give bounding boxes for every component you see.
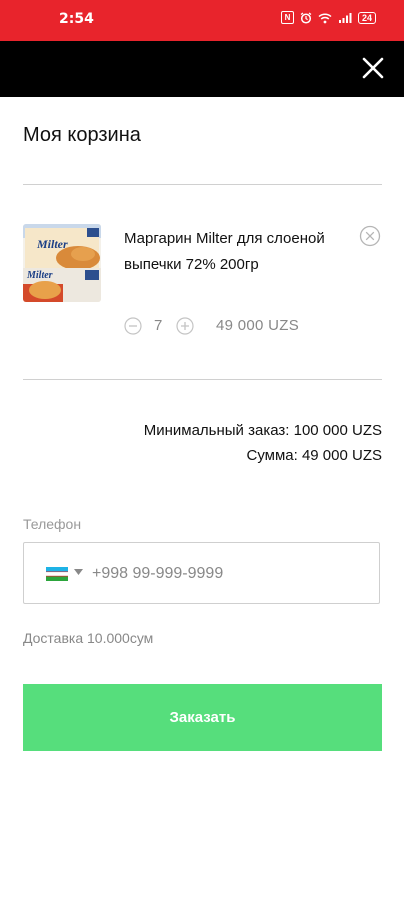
order-summary: Минимальный заказ: 100 000 UZS Сумма: 49…: [144, 418, 382, 468]
top-bar: [0, 41, 404, 97]
quantity-value: 7: [154, 317, 163, 334]
divider: [23, 379, 382, 380]
status-bar: 2:54 N 24: [0, 0, 404, 41]
signal-icon: [338, 12, 352, 23]
alarm-icon: [300, 11, 312, 24]
status-icons: N 24: [280, 11, 376, 24]
remove-item-button[interactable]: [359, 225, 381, 247]
order-button[interactable]: Заказать: [23, 684, 382, 751]
delivery-text: Доставка 10.000сум: [23, 630, 154, 646]
item-name[interactable]: Маргарин Milter для слоеной выпечки 72% …: [124, 226, 334, 278]
nfc-icon: N: [280, 11, 294, 24]
cart-title: Моя корзина: [23, 124, 141, 146]
close-circle-icon: [359, 225, 381, 247]
product-image-logo-text: Milter: [36, 237, 68, 251]
close-icon: [362, 57, 384, 79]
battery-icon: 24: [357, 11, 376, 24]
status-time: 2:54: [59, 11, 94, 27]
wifi-icon: [318, 12, 332, 23]
item-price: 49 000 UZS: [216, 317, 300, 334]
min-order-text: Минимальный заказ: 100 000 UZS: [143, 422, 382, 439]
phone-input[interactable]: [92, 557, 362, 591]
product-image-logo-text-2: Milter: [26, 270, 53, 281]
uzbekistan-flag-icon[interactable]: [46, 567, 68, 581]
phone-label: Телефон: [23, 516, 82, 532]
phone-field: [23, 542, 380, 604]
quantity-decrease-button[interactable]: [124, 317, 142, 335]
chevron-down-icon[interactable]: [74, 569, 83, 575]
total-text: Сумма: 49 000 UZS: [246, 447, 382, 464]
close-button[interactable]: [360, 55, 386, 81]
divider: [23, 184, 382, 185]
plus-circle-icon: [176, 317, 194, 335]
quantity-increase-button[interactable]: [176, 317, 194, 335]
product-image: Milter Milter: [23, 224, 101, 302]
minus-circle-icon: [124, 317, 142, 335]
